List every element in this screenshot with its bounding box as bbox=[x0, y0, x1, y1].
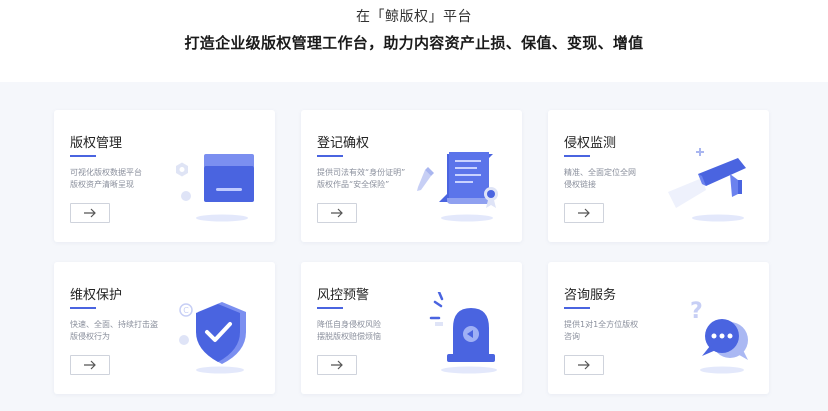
card-title: 侵权监测 bbox=[564, 136, 617, 151]
card-accent-bar bbox=[70, 307, 96, 309]
card-arrow-button[interactable] bbox=[70, 203, 110, 223]
card-arrow-button[interactable] bbox=[564, 203, 604, 223]
feature-card-rights-protection[interactable]: 维权保护 快速、全面、持续打击盗 版侵权行为 C bbox=[54, 262, 275, 394]
shield-check-icon: C bbox=[179, 302, 246, 374]
hero-subtitle: 在「鲸版权」平台 bbox=[356, 9, 472, 25]
card-description: 可视化版权数据平台 版权资产清晰呈现 bbox=[70, 168, 142, 189]
card-description: 精准、全面定位全网 侵权链接 bbox=[564, 168, 636, 189]
feature-card-infringement-monitoring[interactable]: 侵权监测 精准、全面定位全网 侵权链接 bbox=[548, 110, 769, 242]
hero-title: 打造企业级版权管理工作台，助力内容资产止损、保值、变现、增值 bbox=[184, 34, 644, 52]
card-title: 维权保护 bbox=[70, 288, 123, 303]
chat-bubble-icon: ? bbox=[690, 299, 748, 374]
card-arrow-button[interactable] bbox=[564, 355, 604, 375]
arrow-right-icon bbox=[578, 360, 590, 370]
svg-text:?: ? bbox=[690, 299, 703, 324]
card-description: 提供司法有效“身份证明” 版权作品“安全保险” bbox=[317, 168, 406, 189]
alarm-siren-icon bbox=[429, 292, 497, 374]
card-accent-bar bbox=[70, 155, 96, 157]
feature-grid: 版权管理 可视化版权数据平台 版权资产清晰呈现 登记确权 提供司法有效“身份证明… bbox=[0, 82, 828, 411]
card-accent-bar bbox=[317, 307, 343, 309]
card-title: 登记确权 bbox=[317, 136, 370, 151]
card-title: 咨询服务 bbox=[564, 288, 617, 303]
arrow-right-icon bbox=[331, 208, 343, 218]
arrow-right-icon bbox=[84, 360, 96, 370]
folder-box-icon bbox=[176, 154, 254, 222]
card-accent-bar bbox=[564, 307, 590, 309]
feature-card-risk-warning[interactable]: 风控预警 降低自身侵权风险 摆脱版权赔偿烦恼 bbox=[301, 262, 522, 394]
svg-text:C: C bbox=[183, 306, 189, 315]
feature-card-copyright-management[interactable]: 版权管理 可视化版权数据平台 版权资产清晰呈现 bbox=[54, 110, 275, 242]
card-title: 风控预警 bbox=[317, 288, 370, 303]
feature-card-consulting[interactable]: 咨询服务 提供1对1全方位版权 咨询 ? bbox=[548, 262, 769, 394]
card-arrow-button[interactable] bbox=[70, 355, 110, 375]
card-description: 降低自身侵权风险 摆脱版权赔偿烦恼 bbox=[317, 320, 381, 341]
card-arrow-button[interactable] bbox=[317, 355, 357, 375]
arrow-right-icon bbox=[331, 360, 343, 370]
card-arrow-button[interactable] bbox=[317, 203, 357, 223]
card-accent-bar bbox=[317, 155, 343, 157]
card-description: 快速、全面、持续打击盗 版侵权行为 bbox=[70, 320, 158, 341]
hero-section: 在「鲸版权」平台 打造企业级版权管理工作台，助力内容资产止损、保值、变现、增值 bbox=[0, 0, 828, 82]
card-title: 版权管理 bbox=[70, 136, 123, 151]
card-description: 提供1对1全方位版权 咨询 bbox=[564, 320, 639, 341]
arrow-right-icon bbox=[578, 208, 590, 218]
feature-card-registration[interactable]: 登记确权 提供司法有效“身份证明” 版权作品“安全保险” bbox=[301, 110, 522, 242]
certificate-icon bbox=[417, 152, 498, 222]
surveillance-camera-icon bbox=[668, 148, 746, 222]
arrow-right-icon bbox=[84, 208, 96, 218]
card-accent-bar bbox=[564, 155, 590, 157]
